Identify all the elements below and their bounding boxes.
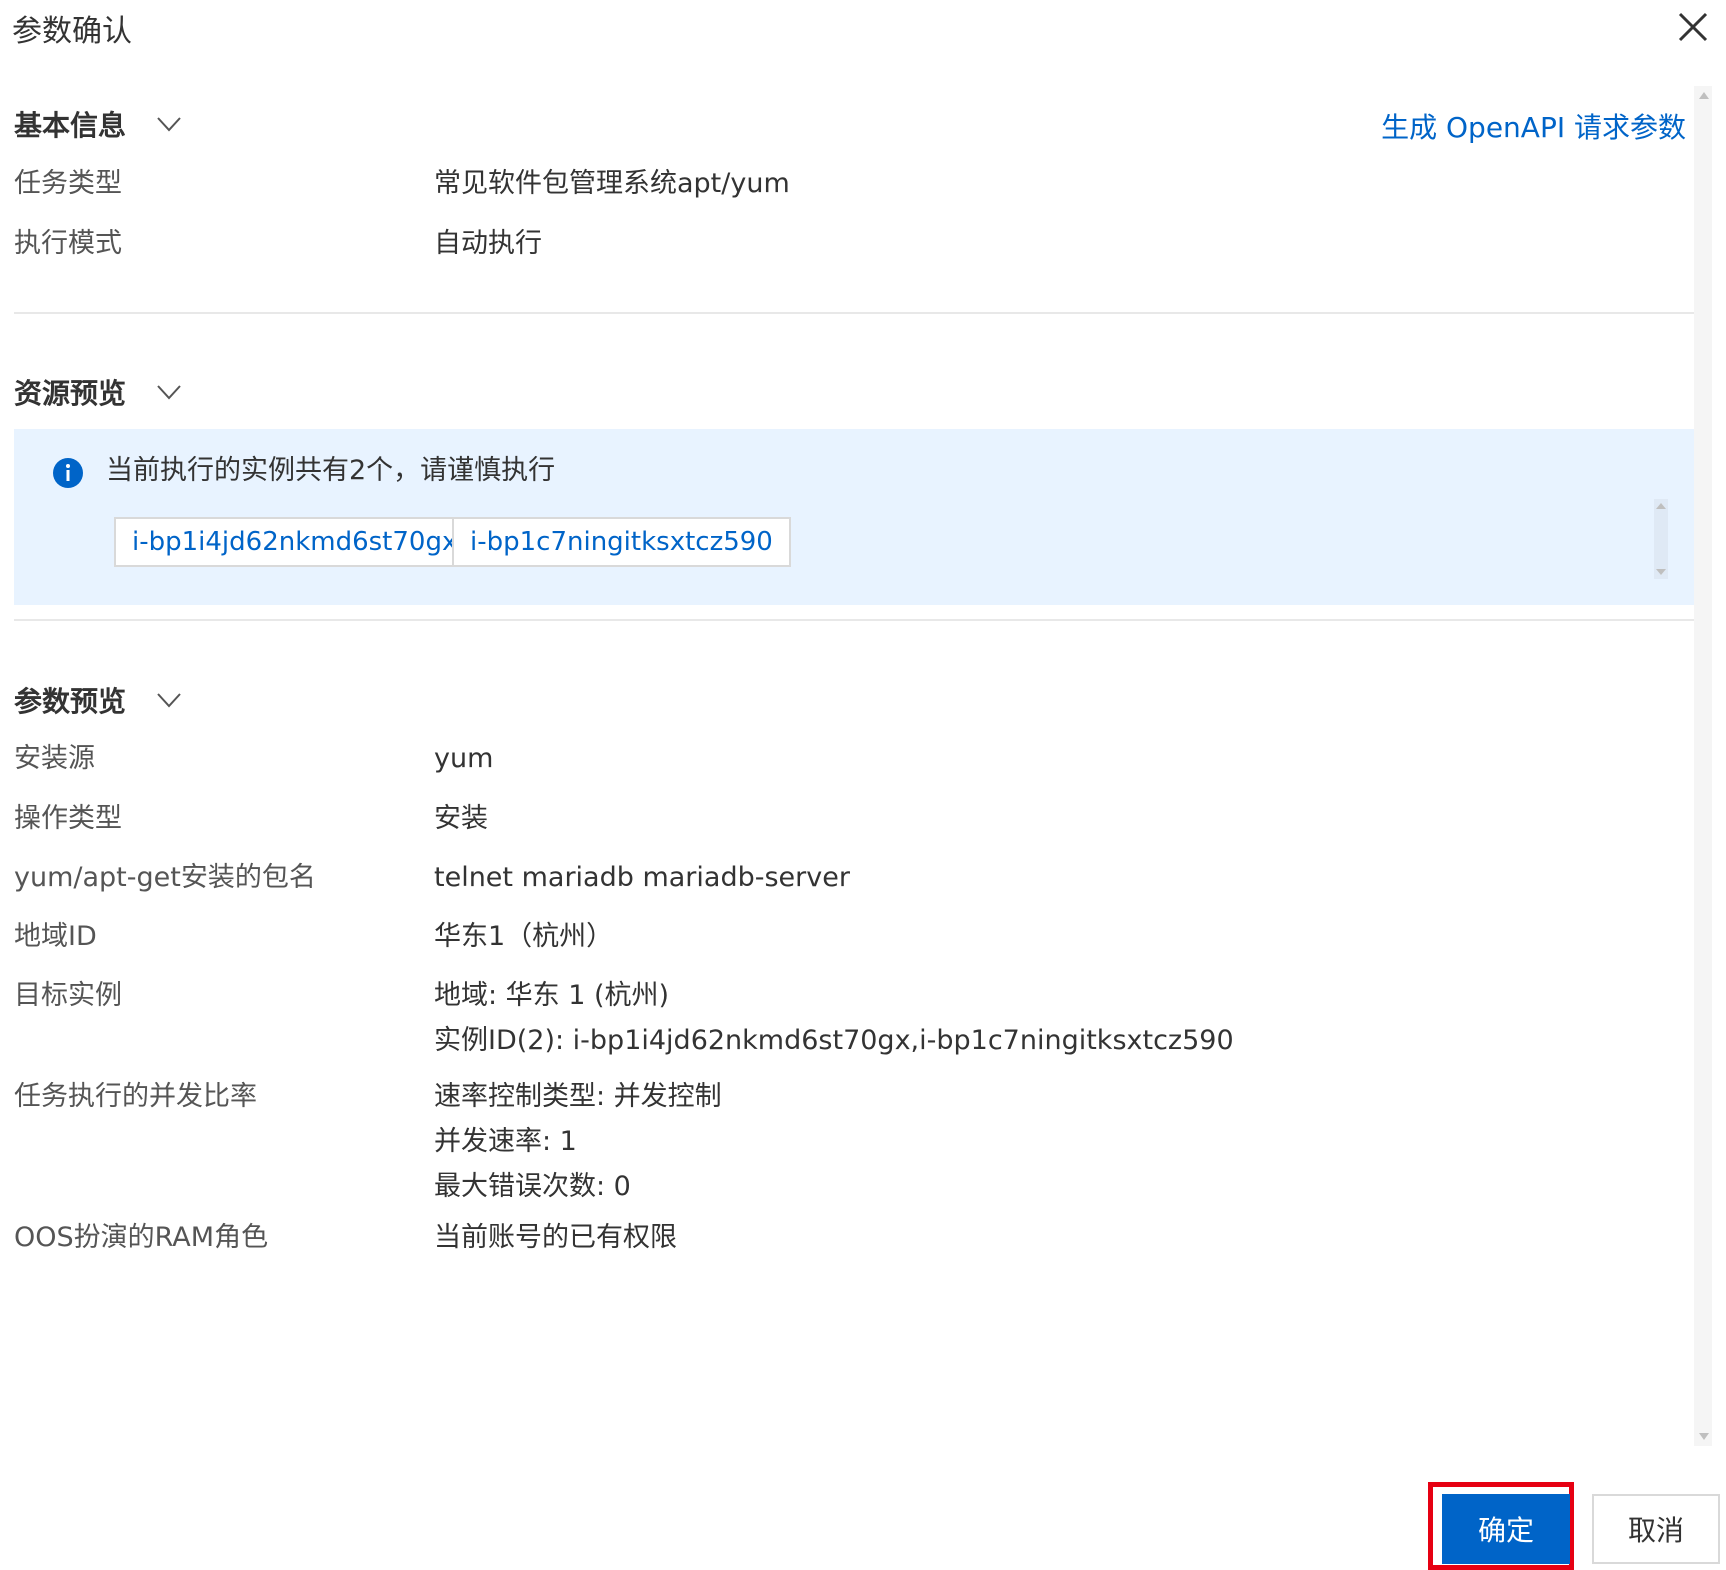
- row-value: 安装: [434, 803, 488, 834]
- cancel-button[interactable]: 取消: [1592, 1494, 1720, 1564]
- param-row-concurrency: 任务执行的并发比率 速率控制类型: 并发控制 并发速率: 1 最大错误次数: 0: [14, 1075, 722, 1210]
- row-value-multiline: 地域: 华东 1 (杭州) 实例ID(2): i-bp1i4jd62nkmd6s…: [434, 974, 1234, 1064]
- row-label: 安装源: [14, 743, 95, 774]
- row-label: 执行模式: [14, 228, 122, 259]
- section-resource-preview[interactable]: 资源预览: [14, 372, 182, 412]
- param-row-install-source: 安装源 yum: [14, 737, 493, 781]
- row-label: 地域ID: [14, 921, 97, 952]
- divider: [14, 619, 1696, 621]
- scroll-down-icon[interactable]: [1656, 569, 1666, 575]
- dialog-scrollbar[interactable]: [1694, 86, 1712, 1446]
- section-title-basic-info: 基本信息: [14, 109, 127, 142]
- chevron-down-icon[interactable]: [156, 692, 182, 708]
- param-row-package-names: yum/apt-get安装的包名 telnet mariadb mariadb-…: [14, 856, 850, 900]
- scroll-up-icon[interactable]: [1699, 92, 1709, 99]
- info-icon: [53, 458, 83, 488]
- param-row-ram-role: OOS扮演的RAM角色 当前账号的已有权限: [14, 1216, 677, 1260]
- row-value: 当前账号的已有权限: [434, 1222, 677, 1253]
- dialog-footer: 确定 取消: [0, 1470, 1726, 1570]
- row-label: OOS扮演的RAM角色: [14, 1222, 269, 1253]
- row-value: 自动执行: [434, 228, 542, 259]
- row-value: yum: [434, 743, 494, 774]
- chevron-down-icon[interactable]: [156, 384, 182, 400]
- row-value: telnet mariadb mariadb-server: [434, 862, 850, 893]
- close-icon[interactable]: [1676, 10, 1710, 44]
- divider: [14, 312, 1696, 314]
- scroll-down-icon[interactable]: [1699, 1433, 1709, 1440]
- value-line: 速率控制类型: 并发控制: [434, 1081, 722, 1112]
- row-label: 操作类型: [14, 803, 122, 834]
- row-value: 华东1（杭州）: [434, 921, 614, 952]
- chevron-down-icon[interactable]: [156, 116, 182, 132]
- section-basic-info[interactable]: 基本信息: [14, 104, 182, 144]
- param-row-operation-type: 操作类型 安装: [14, 797, 488, 841]
- row-label: yum/apt-get安装的包名: [14, 862, 316, 893]
- value-line: 最大错误次数: 0: [434, 1171, 631, 1202]
- section-title-resource-preview: 资源预览: [14, 377, 127, 410]
- section-param-preview[interactable]: 参数预览: [14, 680, 182, 720]
- instance-notice: 当前执行的实例共有2个，请谨慎执行 i-bp1i4jd62nkmd6st70gx…: [14, 429, 1696, 605]
- row-value: 常见软件包管理系统apt/yum: [434, 168, 790, 199]
- value-line: 实例ID(2): i-bp1i4jd62nkmd6st70gx,i-bp1c7n…: [434, 1025, 1234, 1056]
- notice-text: 当前执行的实例共有2个，请谨慎执行: [106, 455, 556, 486]
- row-label: 目标实例: [14, 980, 122, 1011]
- scroll-up-icon[interactable]: [1656, 503, 1666, 509]
- row-label: 任务执行的并发比率: [14, 1081, 257, 1112]
- generate-openapi-link[interactable]: 生成 OpenAPI 请求参数: [1381, 106, 1686, 146]
- value-line: 并发速率: 1: [434, 1126, 577, 1157]
- dialog-title: 参数确认: [12, 14, 132, 49]
- value-line: 地域: 华东 1 (杭州): [434, 980, 670, 1011]
- row-value-multiline: 速率控制类型: 并发控制 并发速率: 1 最大错误次数: 0: [434, 1075, 722, 1210]
- confirm-button[interactable]: 确定: [1442, 1494, 1570, 1564]
- param-row-region-id: 地域ID 华东1（杭州）: [14, 915, 613, 959]
- dialog-content: 基本信息 生成 OpenAPI 请求参数 任务类型 常见软件包管理系统apt/y…: [0, 86, 1700, 1446]
- instance-tag[interactable]: i-bp1c7ningitksxtcz590: [452, 517, 791, 567]
- instance-tag[interactable]: i-bp1i4jd62nkmd6st70gx: [114, 517, 476, 567]
- param-row-target-instances: 目标实例 地域: 华东 1 (杭州) 实例ID(2): i-bp1i4jd62n…: [14, 974, 1234, 1064]
- notice-scrollbar[interactable]: [1654, 499, 1668, 579]
- row-label: 任务类型: [14, 168, 122, 199]
- section-title-param-preview: 参数预览: [14, 685, 127, 718]
- info-row-task-type: 任务类型 常见软件包管理系统apt/yum: [14, 162, 790, 206]
- info-row-exec-mode: 执行模式 自动执行: [14, 222, 542, 266]
